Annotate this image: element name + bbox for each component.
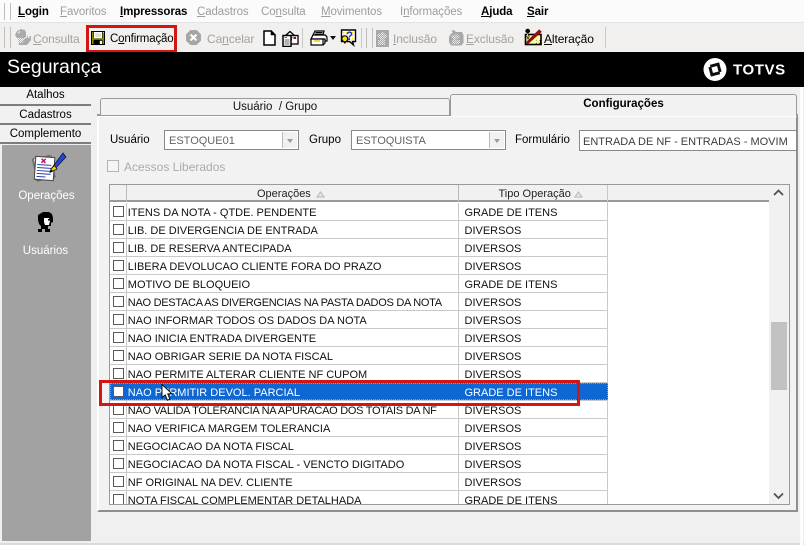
svg-text:TOTVS: TOTVS [733, 62, 786, 79]
